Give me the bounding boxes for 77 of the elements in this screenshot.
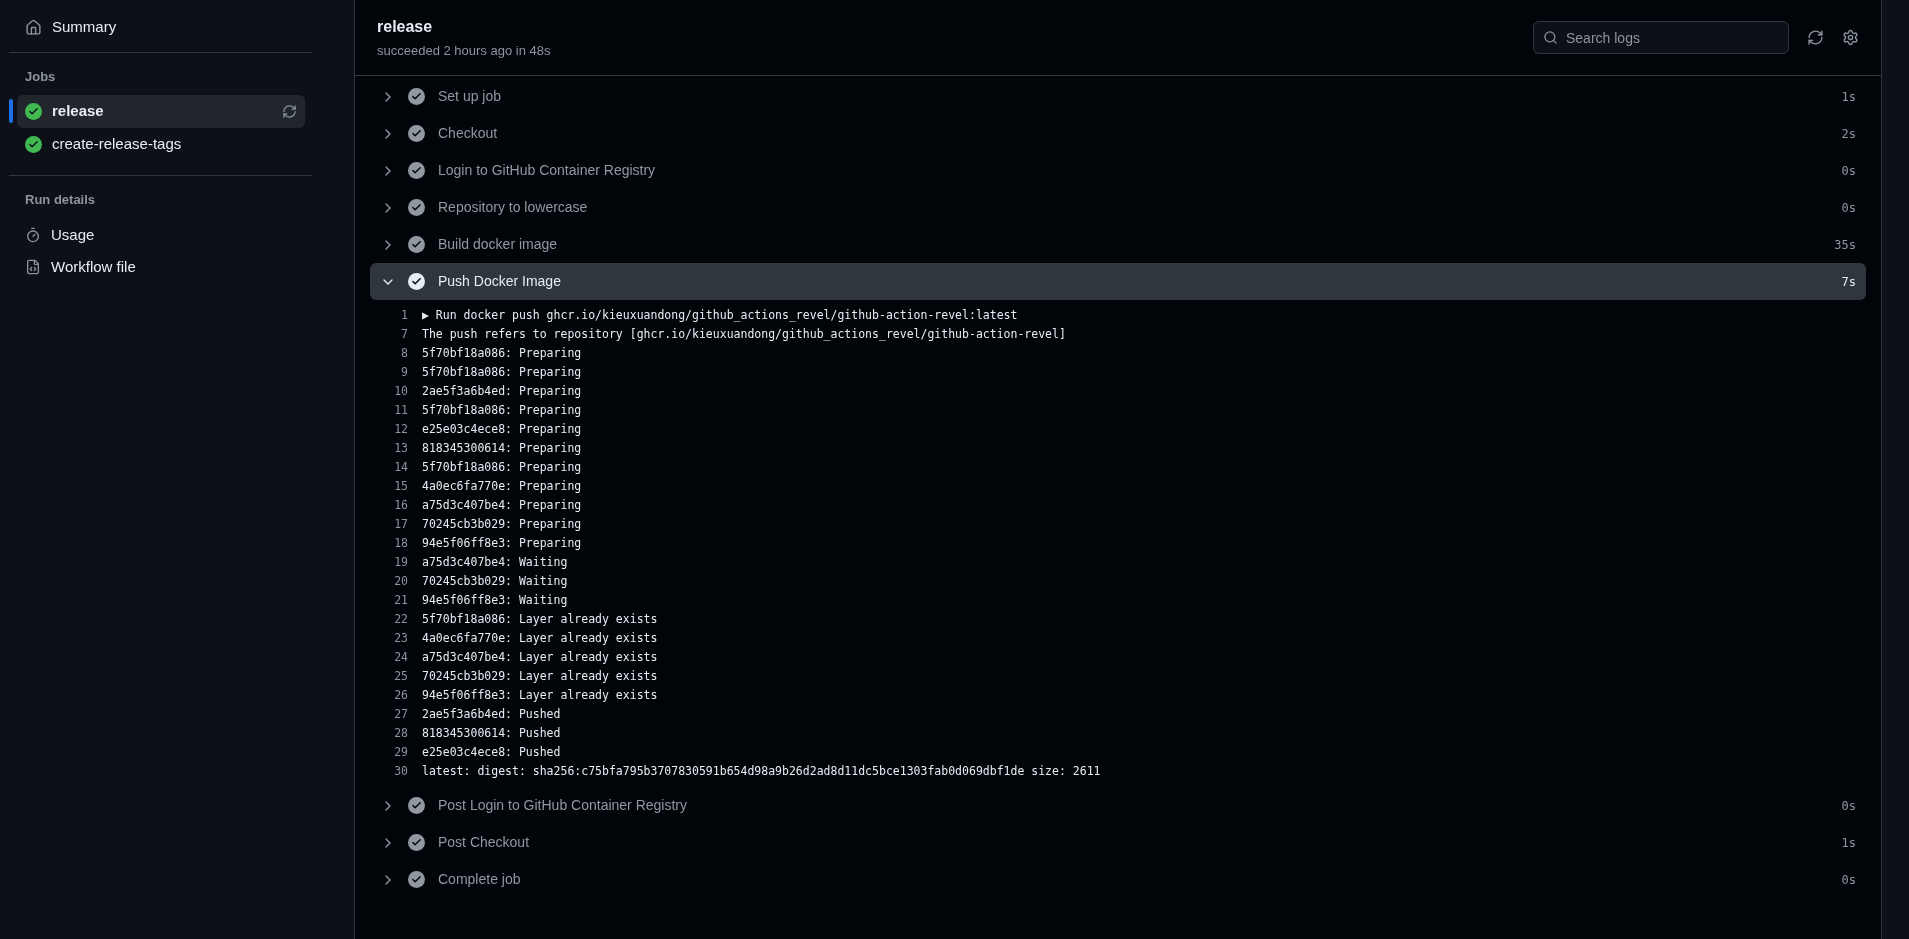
step-row[interactable]: Login to GitHub Container Registry 0s <box>370 152 1866 189</box>
settings-icon[interactable] <box>1842 29 1859 46</box>
log-line: latest: digest: sha256:c75bfa795b3707830591b654d98a9b26d2ad8d11dc5bce1303fab0d069dbf1de size: 2611 <box>422 762 1101 780</box>
log-line: 5f70bf18a086: Preparing <box>422 401 582 419</box>
step-row[interactable]: Push Docker Image 7s <box>370 263 1866 300</box>
step-row[interactable]: Post Checkout 1s <box>370 824 1866 861</box>
step-row[interactable]: Complete job 0s <box>370 861 1866 898</box>
line-number: 27 <box>393 705 408 723</box>
run-details-link[interactable]: Workflow file <box>9 251 345 283</box>
log-line: 818345300614: Pushed <box>422 724 561 742</box>
code-file-icon <box>25 259 41 275</box>
stopwatch-icon <box>25 227 41 243</box>
log-line: ▶ Run docker push ghcr.io/kieuxuandong/github_actions_revel/github-action-revel:latest <box>422 306 1018 324</box>
step-row[interactable]: Set up job 1s <box>370 78 1866 115</box>
line-number: 16 <box>393 496 408 514</box>
job-item[interactable]: release <box>17 94 305 128</box>
line-number: 9 <box>400 363 408 381</box>
log-line: 5f70bf18a086: Preparing <box>422 458 582 476</box>
line-number: 25 <box>393 667 408 685</box>
step-row[interactable]: Checkout 2s <box>370 115 1866 152</box>
step-row[interactable]: Post Login to GitHub Container Registry 0s <box>370 787 1866 824</box>
log-line: 94e5f06ff8e3: Waiting <box>422 591 568 609</box>
log-line: e25e03c4ece8: Pushed <box>422 743 561 761</box>
home-icon <box>25 18 42 36</box>
line-number: 7 <box>400 325 408 343</box>
line-number: 8 <box>400 344 408 362</box>
section-heading: Run details <box>24 190 97 209</box>
step-row[interactable]: Repository to lowercase 0s <box>370 189 1866 226</box>
section-heading: Jobs <box>24 68 57 86</box>
log-line: The push refers to repository [ghcr.io/kieuxuandong/github_actions_revel/github-action-revel] <box>422 325 1066 343</box>
log-line: a75d3c407be4: Layer already exists <box>422 648 658 666</box>
log-line: 94e5f06ff8e3: Layer already exists <box>422 686 658 704</box>
line-number: 28 <box>393 724 408 742</box>
log-line: a75d3c407be4: Waiting <box>422 553 568 571</box>
line-number: 21 <box>393 591 408 609</box>
line-number: 23 <box>393 629 408 647</box>
log-line: 5f70bf18a086: Preparing <box>422 344 582 362</box>
log-line: 4a0ec6fa770e: Layer already exists <box>422 629 658 647</box>
line-number: 11 <box>393 401 408 419</box>
log-line: a75d3c407be4: Preparing <box>422 496 582 514</box>
rerun-icon[interactable] <box>282 103 297 119</box>
line-number: 14 <box>393 458 408 476</box>
line-number: 24 <box>393 648 408 666</box>
line-number: 13 <box>393 439 408 457</box>
line-number: 30 <box>393 762 408 780</box>
line-number: 20 <box>393 572 408 590</box>
refresh-icon[interactable] <box>1807 29 1824 46</box>
line-number: 15 <box>393 477 408 495</box>
run-details-link[interactable]: Usage <box>9 219 345 251</box>
log-line: 5f70bf18a086: Preparing <box>422 363 582 381</box>
search-field[interactable]: Search logs <box>1533 21 1789 54</box>
log-line: 5f70bf18a086: Layer already exists <box>422 610 658 628</box>
log-line: 2ae5f3a6b4ed: Pushed <box>422 705 561 723</box>
search-icon <box>1543 30 1558 45</box>
line-number: 12 <box>393 420 408 438</box>
line-number: 10 <box>393 382 408 400</box>
job-title: release <box>377 16 434 37</box>
line-number: 1 <box>400 306 408 324</box>
line-number: 26 <box>393 686 408 704</box>
selected-indicator <box>9 99 13 123</box>
job-status-text: succeeded 2 hours ago in 48s <box>377 41 551 60</box>
line-number: 29 <box>393 743 408 761</box>
summary-link[interactable]: Summary <box>9 16 345 38</box>
log-line: 94e5f06ff8e3: Preparing <box>422 534 582 552</box>
step-row[interactable]: Build docker image 35s <box>370 226 1866 263</box>
log-line: 70245cb3b029: Preparing <box>422 515 582 533</box>
log-line: 818345300614: Preparing <box>422 439 582 457</box>
log-line: e25e03c4ece8: Preparing <box>422 420 582 438</box>
line-number: 22 <box>393 610 408 628</box>
line-number: 18 <box>393 534 408 552</box>
job-item[interactable]: create-release-tags <box>17 127 305 161</box>
log-line: 70245cb3b029: Waiting <box>422 572 568 590</box>
line-number: 19 <box>393 553 408 571</box>
log-line: 2ae5f3a6b4ed: Preparing <box>422 382 582 400</box>
log-line: 70245cb3b029: Layer already exists <box>422 667 658 685</box>
log-line: 4a0ec6fa770e: Preparing <box>422 477 582 495</box>
line-number: 17 <box>393 515 408 533</box>
